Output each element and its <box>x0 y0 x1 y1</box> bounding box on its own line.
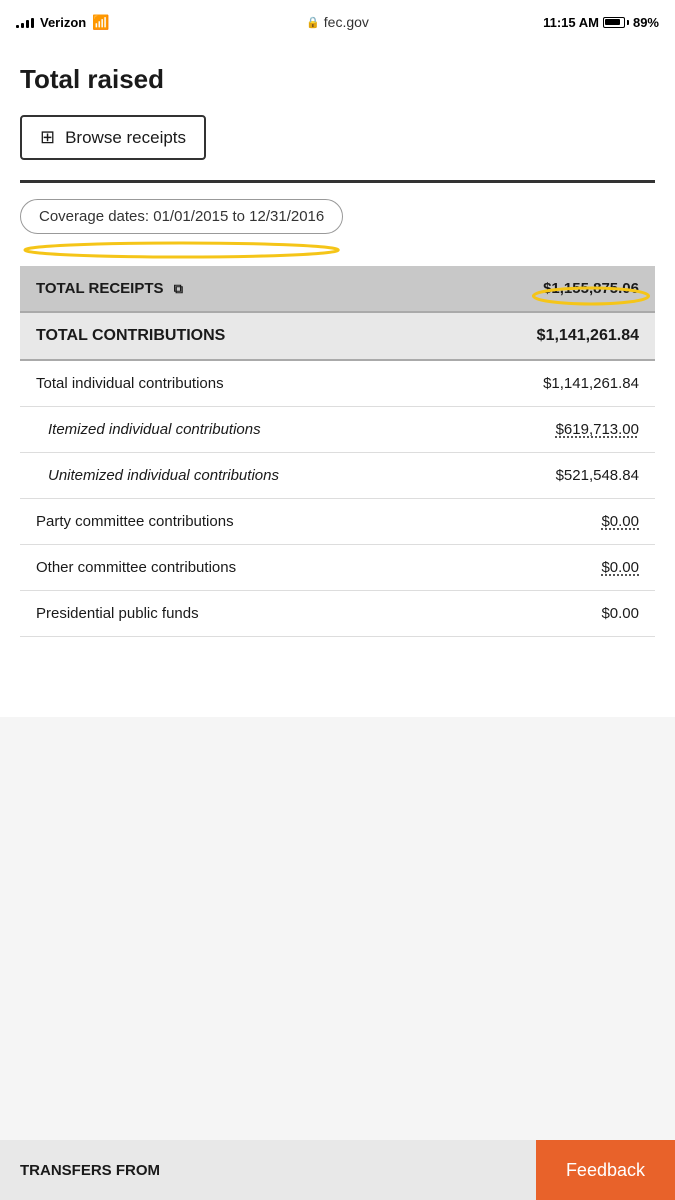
table-icon: ⊞ <box>40 127 55 148</box>
row-value-0: $1,141,261.84 <box>369 360 655 407</box>
table-row: Itemized individual contributions $619,7… <box>20 407 655 453</box>
total-contributions-value: $1,141,261.84 <box>537 327 639 344</box>
row-value-2: $521,548.84 <box>369 453 655 499</box>
battery-tip <box>627 20 629 25</box>
browse-receipts-label: Browse receipts <box>65 128 186 148</box>
row-label-5: Presidential public funds <box>20 591 369 637</box>
row-value-4: $0.00 <box>369 545 655 591</box>
time-label: 11:15 AM <box>543 15 599 30</box>
row-label-3: Party committee contributions <box>20 499 369 545</box>
signal-bar-1 <box>16 25 19 28</box>
battery-label: 89% <box>633 15 659 30</box>
row-label-2: Unitemized individual contributions <box>20 453 369 499</box>
total-receipts-row: TOTAL RECEIPTS ⧉ $1,155,875.06 <box>20 266 655 312</box>
url-label: fec.gov <box>324 14 369 30</box>
status-left: Verizon 📶 <box>16 14 110 31</box>
total-contributions-label: TOTAL CONTRIBUTIONS <box>36 327 225 344</box>
coverage-underline-svg <box>15 240 348 260</box>
total-contributions-value-cell: $1,141,261.84 <box>369 312 655 360</box>
status-right: 11:15 AM 89% <box>543 15 659 30</box>
row-label-0: Total individual contributions <box>20 360 369 407</box>
table-row: Other committee contributions $0.00 <box>20 545 655 591</box>
total-receipts-value-cell: $1,155,875.06 <box>369 266 655 312</box>
financial-table: TOTAL RECEIPTS ⧉ $1,155,875.06 TOTAL CON… <box>20 266 655 637</box>
lock-icon: 🔒 <box>306 16 320 29</box>
row-value-5: $0.00 <box>369 591 655 637</box>
status-center: 🔒 fec.gov <box>306 14 369 30</box>
battery <box>603 17 629 28</box>
table-row: Total individual contributions $1,141,26… <box>20 360 655 407</box>
row-label-1: Itemized individual contributions <box>20 407 369 453</box>
battery-body <box>603 17 625 28</box>
coverage-dates-wrapper: Coverage dates: 01/01/2015 to 12/31/2016 <box>20 199 343 250</box>
row-value-3: $0.00 <box>369 499 655 545</box>
status-bar: Verizon 📶 🔒 fec.gov 11:15 AM 89% <box>0 0 675 44</box>
feedback-button[interactable]: Feedback <box>536 1140 675 1200</box>
signal-bars <box>16 16 34 28</box>
total-contributions-row: TOTAL CONTRIBUTIONS $1,141,261.84 <box>20 312 655 360</box>
total-receipts-label: TOTAL RECEIPTS <box>36 280 164 297</box>
battery-fill <box>605 19 619 25</box>
table-row: Presidential public funds $0.00 <box>20 591 655 637</box>
page-title: Total raised <box>20 64 655 95</box>
total-receipts-value: $1,155,875.06 <box>543 280 639 297</box>
total-contributions-label-cell: TOTAL CONTRIBUTIONS <box>20 312 369 360</box>
total-receipts-label-cell: TOTAL RECEIPTS ⧉ <box>20 266 369 312</box>
coverage-dates-badge: Coverage dates: 01/01/2015 to 12/31/2016 <box>20 199 343 234</box>
receipts-info-icon: ⧉ <box>174 281 183 296</box>
signal-bar-2 <box>21 23 24 28</box>
total-receipts-value-wrapper: $1,155,875.06 <box>543 280 639 297</box>
signal-bar-4 <box>31 18 34 28</box>
bottom-spacer <box>20 637 655 717</box>
table-row: Party committee contributions $0.00 <box>20 499 655 545</box>
carrier-label: Verizon <box>40 15 86 30</box>
transfers-from-label: TRANSFERS FROM <box>0 1162 536 1179</box>
row-label-4: Other committee contributions <box>20 545 369 591</box>
row-value-1: $619,713.00 <box>369 407 655 453</box>
coverage-dates-label: Coverage dates: 01/01/2015 to 12/31/2016 <box>39 208 324 225</box>
browse-receipts-button[interactable]: ⊞ Browse receipts <box>20 115 206 160</box>
table-row: Unitemized individual contributions $521… <box>20 453 655 499</box>
main-content: Total raised ⊞ Browse receipts Coverage … <box>0 44 675 717</box>
bottom-bar: TRANSFERS FROM Feedback <box>0 1140 675 1200</box>
wifi-icon: 📶 <box>92 14 109 31</box>
signal-bar-3 <box>26 20 29 28</box>
section-divider <box>20 180 655 183</box>
